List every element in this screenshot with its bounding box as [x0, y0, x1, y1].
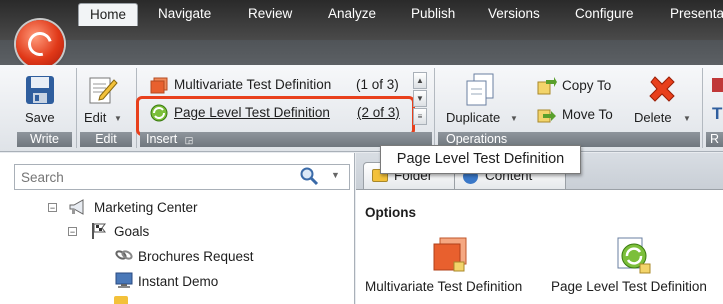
ribbon-tab-bar	[0, 40, 723, 65]
option-multivariate-test-definition[interactable]: Multivariate Test Definition	[365, 279, 522, 294]
link-icon	[114, 246, 134, 264]
chevron-down-icon[interactable]: ▼	[510, 114, 518, 123]
options-heading: Options	[365, 205, 416, 220]
gallery-expand-button[interactable]: ≡	[413, 108, 427, 125]
page-level-test-icon	[150, 104, 168, 122]
move-to-button-label[interactable]: Move To	[562, 107, 613, 122]
tooltip: Page Level Test Definition	[380, 145, 581, 174]
megaphone-icon	[68, 198, 88, 216]
gallery-item-multivariate-count: (1 of 3)	[356, 77, 399, 92]
collapse-icon[interactable]: −	[48, 203, 57, 213]
application-orb-button[interactable]	[16, 20, 64, 68]
gallery-scroll-down-button[interactable]: ▼	[413, 90, 427, 107]
dialog-launcher-icon[interactable]: ◲	[185, 135, 194, 145]
chevron-down-icon[interactable]: ▼	[683, 114, 691, 123]
monitor-icon	[114, 271, 134, 289]
gallery-scroll-up-button[interactable]: ▲	[413, 72, 427, 89]
group-label-partial: R	[706, 132, 723, 147]
edit-button-label[interactable]: Edit	[84, 110, 106, 125]
collapse-icon[interactable]: −	[68, 227, 77, 237]
gallery-item-page-level-label[interactable]: Page Level Test Definition	[174, 105, 330, 120]
tab-presentation[interactable]: Presenta	[670, 3, 723, 25]
tree-item-brochures-request[interactable]: Brochures Request	[138, 246, 254, 268]
duplicate-button-label[interactable]: Duplicate	[446, 110, 500, 125]
tab-review[interactable]: Review	[248, 3, 292, 25]
group-label-insert-text: Insert	[146, 132, 178, 146]
move-to-icon[interactable]	[537, 105, 557, 123]
group-label-write: Write	[17, 132, 72, 147]
chevron-down-icon[interactable]: ▼	[114, 114, 122, 123]
multivariate-test-icon	[150, 77, 168, 94]
tab-publish[interactable]: Publish	[411, 3, 455, 25]
page-level-test-icon[interactable]	[612, 234, 652, 274]
group-label-edit: Edit	[80, 132, 132, 147]
edit-icon[interactable]	[86, 74, 118, 106]
flag-icon	[90, 222, 108, 240]
ribbon-separator	[76, 68, 77, 148]
tab-configure[interactable]: Configure	[575, 3, 634, 25]
tree-item-partial-icon	[114, 296, 128, 304]
tree-item-instant-demo[interactable]: Instant Demo	[138, 271, 218, 293]
tab-home[interactable]: Home	[78, 3, 139, 26]
copy-to-icon[interactable]	[537, 77, 557, 95]
save-icon[interactable]	[24, 74, 56, 106]
tab-divider	[356, 189, 723, 190]
gallery-item-page-level-count: (2 of 3)	[357, 105, 400, 120]
ribbon-separator	[702, 68, 703, 148]
save-button-label[interactable]: Save	[25, 110, 55, 125]
tab-versions[interactable]: Versions	[488, 3, 540, 25]
search-icon[interactable]	[299, 166, 319, 186]
tree-item-goals[interactable]: Goals	[114, 221, 149, 243]
text-icon[interactable]: T	[712, 104, 722, 124]
copy-to-button-label[interactable]: Copy To	[562, 78, 611, 93]
gallery-item-multivariate-label[interactable]: Multivariate Test Definition	[174, 77, 331, 92]
delete-button-label[interactable]: Delete	[634, 110, 672, 125]
delete-icon[interactable]	[647, 74, 677, 104]
option-page-level-test-definition[interactable]: Page Level Test Definition	[551, 279, 707, 294]
rename-icon[interactable]	[712, 78, 723, 92]
search-options-icon[interactable]: ▼	[331, 170, 340, 180]
duplicate-icon[interactable]	[465, 73, 495, 107]
ribbon-separator	[434, 68, 435, 148]
multivariate-test-icon[interactable]	[432, 236, 468, 272]
tab-navigate[interactable]: Navigate	[158, 3, 211, 25]
tab-analyze[interactable]: Analyze	[328, 3, 376, 25]
tree-item-marketing-center[interactable]: Marketing Center	[94, 197, 198, 219]
